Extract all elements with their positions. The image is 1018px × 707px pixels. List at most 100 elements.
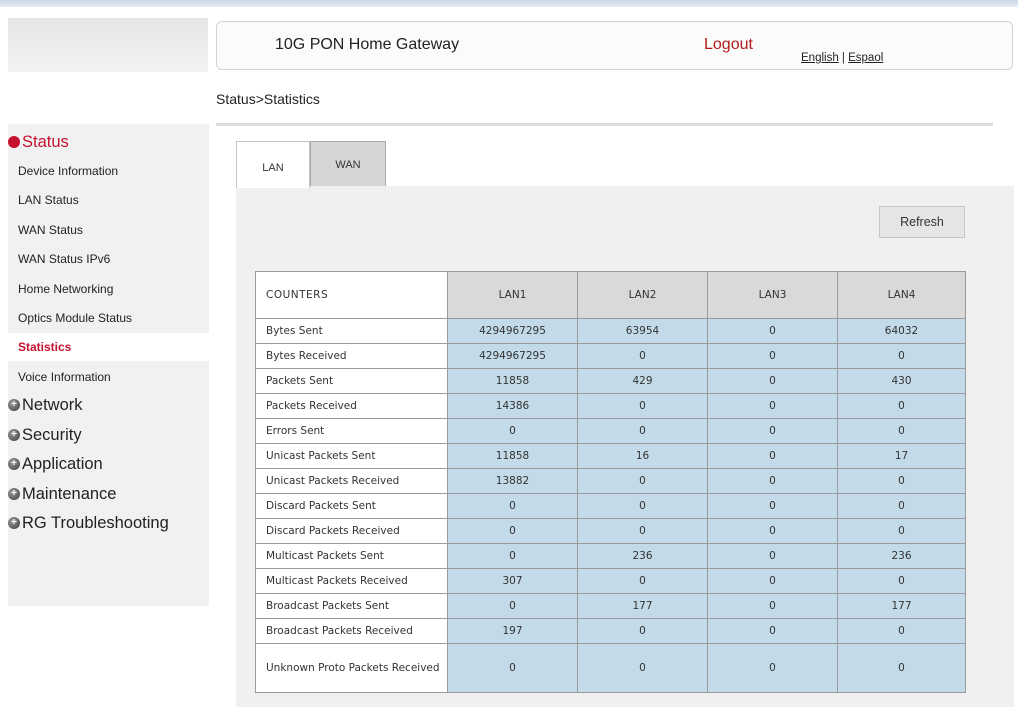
language-switcher: English | Espaol	[801, 52, 883, 64]
counter-value-cell: 0	[707, 443, 838, 469]
app-title: 10G PON Home Gateway	[275, 36, 460, 53]
table-row: Multicast Packets Sent 0 236 0 236	[255, 543, 966, 569]
sidebar-group-rg-troubleshooting[interactable]: + RG Troubleshooting	[8, 510, 169, 536]
table-row: Unknown Proto Packets Received 0 0 0 0	[255, 643, 966, 693]
counter-value-cell: 16	[577, 443, 708, 469]
counter-value-cell: 0	[837, 468, 966, 494]
sidebar-item-home-networking[interactable]: Home Networking	[18, 275, 208, 303]
counter-label-cell: Discard Packets Sent	[255, 493, 448, 519]
column-header: LAN4	[837, 271, 966, 319]
counter-value-cell: 0	[447, 493, 578, 519]
counter-value-cell: 236	[837, 543, 966, 569]
counter-value-cell: 0	[577, 618, 708, 644]
table-row: Packets Sent 11858 429 0 430	[255, 368, 966, 394]
sidebar-group-label: Application	[22, 454, 103, 473]
header-bar: 10G PON Home Gateway Logout English | Es…	[216, 21, 1013, 70]
counter-value-cell: 0	[577, 568, 708, 594]
sidebar-group-maintenance[interactable]: + Maintenance	[8, 481, 116, 507]
counter-value-cell: 0	[837, 343, 966, 369]
counter-value-cell: 0	[447, 518, 578, 544]
counter-value-cell: 0	[707, 468, 838, 494]
table-header-row: COUNTERS LAN1 LAN2 LAN3 LAN4	[255, 271, 966, 319]
column-header: LAN1	[447, 271, 578, 319]
counter-value-cell: 0	[707, 368, 838, 394]
counter-value-cell: 11858	[447, 443, 578, 469]
counter-value-cell: 0	[707, 643, 838, 693]
sidebar-group-application[interactable]: + Application	[8, 451, 103, 477]
lang-spanish-link[interactable]: Espaol	[848, 52, 883, 64]
counter-value-cell: 0	[707, 318, 838, 344]
counter-label-cell: Bytes Sent	[255, 318, 448, 344]
collapse-icon	[8, 136, 20, 148]
sidebar-group-security[interactable]: + Security	[8, 422, 82, 448]
table-row: Packets Received 14386 0 0 0	[255, 393, 966, 419]
logout-link[interactable]: Logout	[704, 36, 753, 54]
counter-value-cell: 0	[707, 343, 838, 369]
counter-value-cell: 0	[837, 518, 966, 544]
top-accent-bar	[0, 0, 1018, 7]
counter-value-cell: 0	[577, 418, 708, 444]
sidebar-item-voice-information[interactable]: Voice Information	[18, 363, 208, 391]
counter-label-cell: Multicast Packets Received	[255, 568, 448, 594]
table-row: Broadcast Packets Sent 0 177 0 177	[255, 593, 966, 619]
divider	[216, 123, 993, 126]
lang-english-link[interactable]: English	[801, 52, 839, 64]
counter-value-cell: 4294967295	[447, 318, 578, 344]
sidebar-header	[8, 18, 208, 72]
sidebar-item-wan-status-ipv6[interactable]: WAN Status IPv6	[18, 245, 208, 273]
counter-value-cell: 197	[447, 618, 578, 644]
sidebar-group-network[interactable]: + Network	[8, 392, 83, 418]
counter-label-cell: Discard Packets Received	[255, 518, 448, 544]
expand-icon: +	[8, 488, 20, 500]
counter-value-cell: 0	[577, 493, 708, 519]
counter-value-cell: 0	[577, 518, 708, 544]
column-header: COUNTERS	[255, 271, 448, 319]
sidebar-item-wan-status[interactable]: WAN Status	[18, 216, 208, 244]
tab-wan[interactable]: WAN	[310, 141, 386, 187]
counter-value-cell: 430	[837, 368, 966, 394]
refresh-button[interactable]: Refresh	[879, 206, 965, 238]
column-header: LAN3	[707, 271, 838, 319]
table-row: Bytes Sent 4294967295 63954 0 64032	[255, 318, 966, 344]
sidebar-item-device-information[interactable]: Device Information	[18, 157, 208, 185]
breadcrumb: Status>Statistics	[216, 91, 320, 107]
counter-value-cell: 0	[447, 418, 578, 444]
counter-value-cell: 177	[837, 593, 966, 619]
tab-lan[interactable]: LAN	[236, 141, 310, 188]
sidebar-item-optics-module-status[interactable]: Optics Module Status	[18, 304, 208, 332]
table-row: Multicast Packets Received 307 0 0 0	[255, 568, 966, 594]
counter-value-cell: 0	[707, 568, 838, 594]
counter-value-cell: 0	[447, 643, 578, 693]
sidebar-group-status[interactable]: Status	[8, 129, 69, 155]
counter-value-cell: 0	[577, 643, 708, 693]
counter-label-cell: Unknown Proto Packets Received	[255, 643, 448, 693]
table-row: Discard Packets Sent 0 0 0 0	[255, 493, 966, 519]
sidebar-group-label: Maintenance	[22, 484, 117, 503]
counter-label-cell: Unicast Packets Received	[255, 468, 448, 494]
counter-value-cell: 11858	[447, 368, 578, 394]
sidebar-group-label: Network	[22, 395, 83, 414]
counter-value-cell: 64032	[837, 318, 966, 344]
counter-value-cell: 0	[837, 643, 966, 693]
counter-value-cell: 0	[707, 418, 838, 444]
counter-value-cell: 0	[707, 518, 838, 544]
counter-value-cell: 429	[577, 368, 708, 394]
sidebar-item-lan-status[interactable]: LAN Status	[18, 186, 208, 214]
counter-value-cell: 4294967295	[447, 343, 578, 369]
sidebar-group-label: RG Troubleshooting	[22, 513, 169, 532]
table-row: Broadcast Packets Received 197 0 0 0	[255, 618, 966, 644]
sidebar-item-statistics[interactable]: Statistics	[8, 333, 209, 361]
counter-label-cell: Packets Sent	[255, 368, 448, 394]
counter-value-cell: 0	[837, 568, 966, 594]
counter-value-cell: 0	[577, 343, 708, 369]
counter-label-cell: Broadcast Packets Sent	[255, 593, 448, 619]
counter-value-cell: 0	[577, 393, 708, 419]
counter-value-cell: 0	[447, 593, 578, 619]
sidebar: Status Device Information LAN Status WAN…	[8, 124, 209, 606]
table-row: Discard Packets Received 0 0 0 0	[255, 518, 966, 544]
counter-value-cell: 0	[707, 618, 838, 644]
counter-value-cell: 0	[707, 493, 838, 519]
expand-icon: +	[8, 429, 20, 441]
expand-icon: +	[8, 458, 20, 470]
counter-value-cell: 0	[837, 618, 966, 644]
